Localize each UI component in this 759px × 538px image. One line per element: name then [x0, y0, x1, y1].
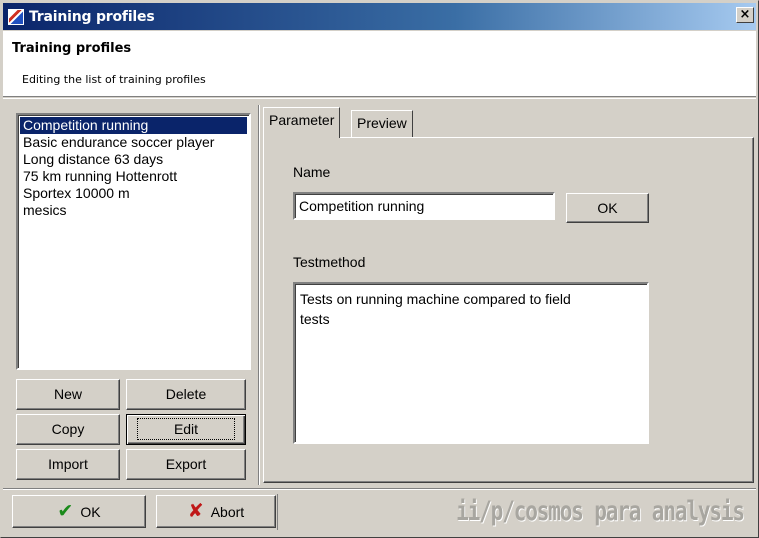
training-profiles-dialog: Training profiles × Training profiles Ed… — [0, 0, 759, 538]
edit-button-label: Edit — [136, 418, 236, 440]
list-item-mesics[interactable]: mesics — [20, 202, 247, 219]
abort-button[interactable]: ✘ Abort — [156, 495, 276, 528]
ok-button-label: OK — [80, 503, 101, 520]
ok-button[interactable]: ✔ OK — [12, 495, 146, 528]
name-input[interactable] — [293, 192, 555, 220]
list-item-competition-running[interactable]: Competition running — [20, 117, 247, 134]
import-button[interactable]: Import — [16, 449, 120, 480]
copy-button[interactable]: Copy — [16, 414, 120, 445]
check-icon: ✔ — [57, 500, 74, 522]
close-icon: × — [739, 7, 751, 22]
testmethod-textarea[interactable]: Tests on running machine compared to fie… — [293, 282, 649, 444]
panel-divider-highlight — [259, 105, 260, 485]
export-button[interactable]: Export — [126, 449, 246, 480]
new-button[interactable]: New — [16, 379, 120, 410]
header-subtitle: Editing the list of training profiles — [22, 73, 206, 86]
tab-parameter[interactable]: Parameter — [263, 107, 341, 138]
list-item-75km-running[interactable]: 75 km running Hottenrott — [20, 168, 247, 185]
title-bar[interactable]: Training profiles × — [3, 3, 756, 30]
tab-preview[interactable]: Preview — [351, 110, 413, 137]
header-title: Training profiles — [12, 41, 132, 56]
list-item-basic-endurance[interactable]: Basic endurance soccer player — [20, 134, 247, 151]
edit-button[interactable]: Edit — [126, 414, 246, 445]
profile-list[interactable]: Competition running Basic endurance socc… — [16, 113, 251, 370]
name-ok-button[interactable]: OK — [566, 193, 649, 223]
window-title: Training profiles — [29, 8, 155, 25]
header-divider — [3, 98, 756, 99]
abort-button-label: Abort — [210, 503, 245, 520]
dialog-header: Training profiles Editing the list of tr… — [3, 31, 756, 97]
app-icon — [8, 8, 24, 25]
list-item-long-distance[interactable]: Long distance 63 days — [20, 151, 247, 168]
testmethod-label: Testmethod — [293, 254, 366, 270]
footer-vertical-divider — [277, 494, 278, 530]
list-item-sportex[interactable]: Sportex 10000 m — [20, 185, 247, 202]
delete-button[interactable]: Delete — [126, 379, 246, 410]
brand-logo: ii/p/cosmos para analysis — [456, 496, 745, 527]
footer-divider-highlight — [3, 489, 756, 490]
x-icon: ✘ — [187, 500, 204, 522]
name-label: Name — [293, 164, 331, 180]
close-button[interactable]: × — [736, 7, 754, 23]
